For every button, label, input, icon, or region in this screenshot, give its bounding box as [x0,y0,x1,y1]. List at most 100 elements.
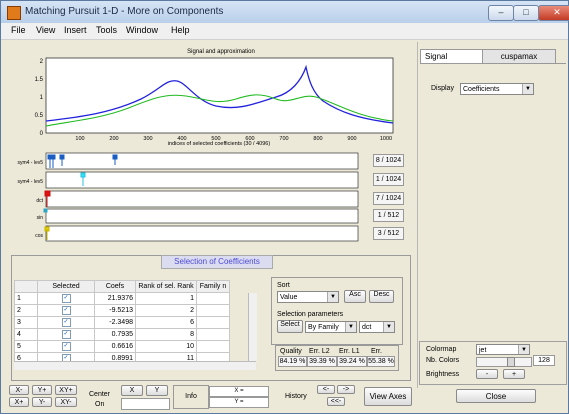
family-select[interactable]: By Family ▼ [305,321,357,333]
y-tick: 2 [40,59,44,65]
matlab-icon [7,6,21,20]
menu-tools[interactable]: Tools [96,25,117,35]
tab-signal[interactable]: Signal [420,49,484,63]
display-label: Display [431,85,454,92]
row-checkbox[interactable]: ✓ [61,294,71,303]
chevron-down-icon: ▼ [345,322,356,332]
row-checkbox[interactable]: ✓ [61,330,71,339]
desc-button[interactable]: Desc [369,290,394,303]
strip-axes[interactable] [45,171,359,189]
table-hscrollbar[interactable] [14,361,256,370]
tab-cuspamax[interactable]: cuspamax [482,49,556,64]
row-count: 7 / 1024 [373,192,404,205]
close-button[interactable]: Close [456,389,536,403]
ncolors-value[interactable]: 128 [533,355,555,366]
coefficients-table: Selected Coefs Rank of sel. Rank Family … [14,280,230,365]
history-first-button[interactable]: <<- [327,397,345,406]
row-number: 4 [14,328,38,341]
strip-axes[interactable] [45,208,359,224]
asc-button[interactable]: Asc [344,290,366,303]
sort-select[interactable]: Value ▼ [277,291,339,303]
dictionary-select[interactable]: dct ▼ [359,321,395,333]
menu-help[interactable]: Help [171,25,190,35]
center-x-button[interactable]: X [121,385,143,396]
sort-label: Sort [277,282,290,289]
center-field[interactable] [121,398,170,410]
y-plus-button[interactable]: Y+ [32,385,52,395]
brightness-plus-button[interactable]: + [503,369,525,379]
history-label: History [285,393,307,400]
xy-plus-button[interactable]: XY+ [55,385,77,395]
table-vscrollbar[interactable] [248,293,257,361]
center-label: Center [89,391,111,398]
table-row[interactable]: 5 ✓ 0.6616 10 [14,340,230,353]
menu-insert[interactable]: Insert [64,25,87,35]
history-forward-button[interactable]: -> [337,385,355,394]
menu-bar: File View Insert Tools Window Help [1,23,568,40]
row-count: 1 / 512 [373,209,404,222]
selection-title: Selection of Coefficients [161,255,273,269]
quality-header: Quality [280,348,302,355]
coef-value: 0.6616 [94,340,136,353]
table-row[interactable]: 3 ✓ -2.3498 6 [14,316,230,329]
chevron-down-icon: ▼ [383,322,394,332]
rank-value: 1 [135,292,197,305]
menu-window[interactable]: Window [126,25,158,35]
component-strips [43,152,359,242]
chevron-down-icon: ▼ [522,84,533,94]
sort-value: Value [280,294,298,301]
y-minus-button[interactable]: Y- [32,397,52,407]
table-row[interactable]: 2 ✓ -9.5213 2 [14,304,230,317]
x-tick: 100 [75,136,84,142]
y-tick: 1.5 [35,77,44,83]
col-header-family[interactable]: Family n [196,280,230,293]
xy-minus-button[interactable]: XY- [55,397,77,407]
colormap-select[interactable]: jet ▼ [476,344,530,355]
y-tick: 1 [40,95,44,101]
strip-markers [43,208,48,213]
minimize-button[interactable]: – [488,5,514,21]
row-number: 3 [14,316,38,329]
info-y-field: Y = [209,397,269,408]
ncolors-label: Nb. Colors [426,357,460,364]
x-tick: 200 [109,136,118,142]
strip-axes[interactable] [45,152,359,170]
row-checkbox[interactable]: ✓ [61,306,71,315]
maximize-button[interactable]: □ [513,5,539,21]
chevron-down-icon: ▼ [518,345,529,354]
history-back-button[interactable]: <- [317,385,335,394]
view-axes-button[interactable]: View Axes [364,387,412,406]
info-label: Info [173,385,209,409]
ncolors-slider[interactable] [476,357,532,367]
x-minus-button[interactable]: X- [9,385,29,395]
brightness-minus-button[interactable]: - [476,369,498,379]
plot-axes[interactable] [45,57,394,134]
col-header-selected[interactable]: Selected [37,280,95,293]
strip-labels: sym4 - lev5 sym4 - lev5 dct sin cos [17,160,43,239]
y-tick-labels: 2 1.5 1 0.5 0 [35,59,44,137]
col-header-rank[interactable]: Rank of sel. Rank [135,280,197,293]
slider-thumb[interactable] [507,357,515,367]
family-value: By Family [308,324,339,331]
row-checkbox[interactable]: ✓ [61,318,71,327]
display-select[interactable]: Coefficients ▼ [460,83,534,95]
row-number: 1 [14,292,38,305]
select-button[interactable]: Select [277,320,303,333]
table-row[interactable]: 4 ✓ 0.7935 8 [14,328,230,341]
x-plus-button[interactable]: X+ [9,397,29,407]
col-header-coefs[interactable]: Coefs [94,280,136,293]
strip-axes[interactable] [45,225,359,242]
x-tick: 300 [143,136,152,142]
strip-axes[interactable] [45,190,359,208]
quality-value: 84.19 % [278,356,307,367]
menu-file[interactable]: File [11,25,26,35]
row-checkbox[interactable]: ✓ [61,342,71,351]
close-window-button[interactable]: ✕ [538,5,569,21]
err-l1-value: 39.24 % [337,356,367,367]
coef-value: -2.3498 [94,316,136,329]
row-count: 3 / 512 [373,227,404,240]
menu-view[interactable]: View [36,25,55,35]
table-row[interactable]: 1 ✓ 21.9376 1 [14,292,230,305]
display-value: Coefficients [463,86,500,93]
center-y-button[interactable]: Y [146,385,168,396]
